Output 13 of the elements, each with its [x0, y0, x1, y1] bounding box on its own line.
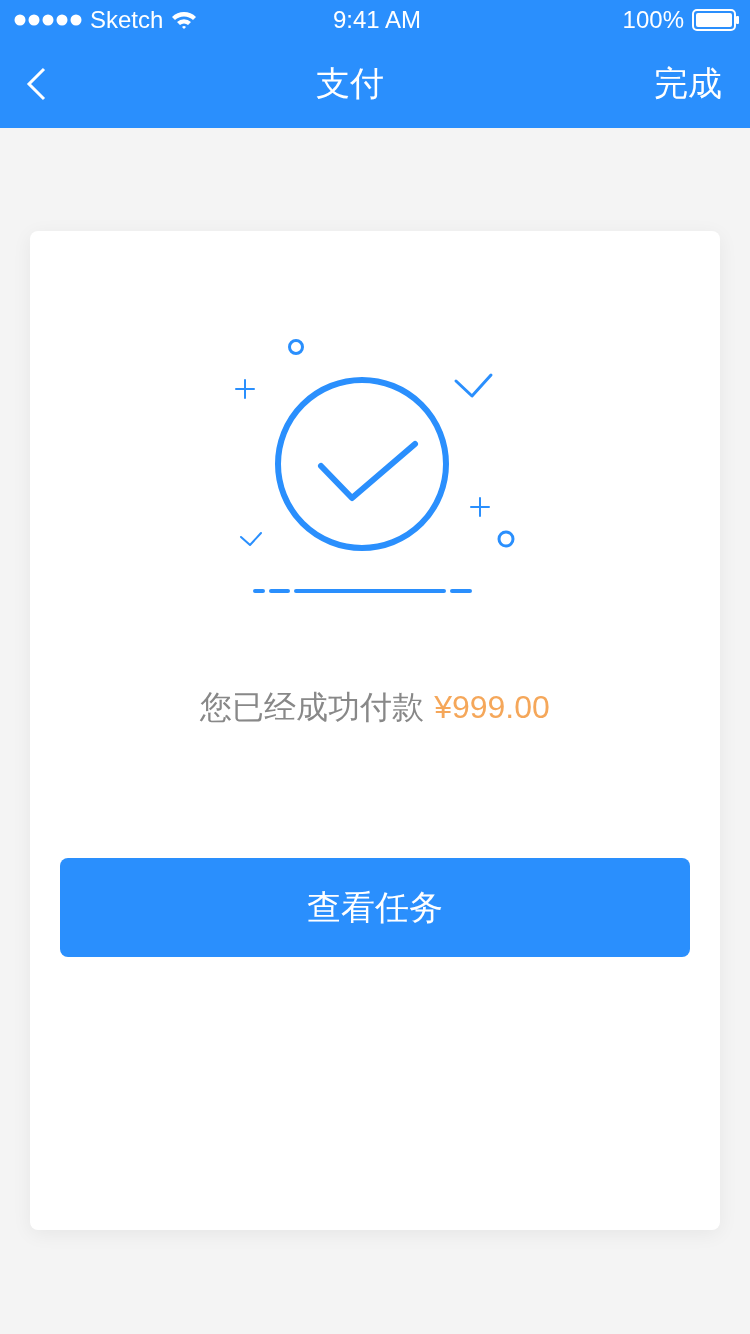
battery-percent: 100% [622, 6, 684, 34]
carrier-name: Sketch [90, 6, 164, 34]
wifi-icon [171, 10, 198, 30]
signal-icon [14, 14, 82, 26]
payment-amount: ¥999.00 [434, 689, 550, 726]
done-button[interactable]: 完成 [654, 61, 722, 107]
payment-message: 您已经成功付款 [200, 688, 425, 727]
page-title: 支付 [316, 63, 384, 104]
view-task-button[interactable]: 查看任务 [60, 858, 690, 957]
battery-icon [692, 9, 740, 31]
status-time: 9:41 AM [332, 6, 422, 34]
back-button[interactable] [26, 67, 46, 101]
back-icon [26, 67, 46, 101]
